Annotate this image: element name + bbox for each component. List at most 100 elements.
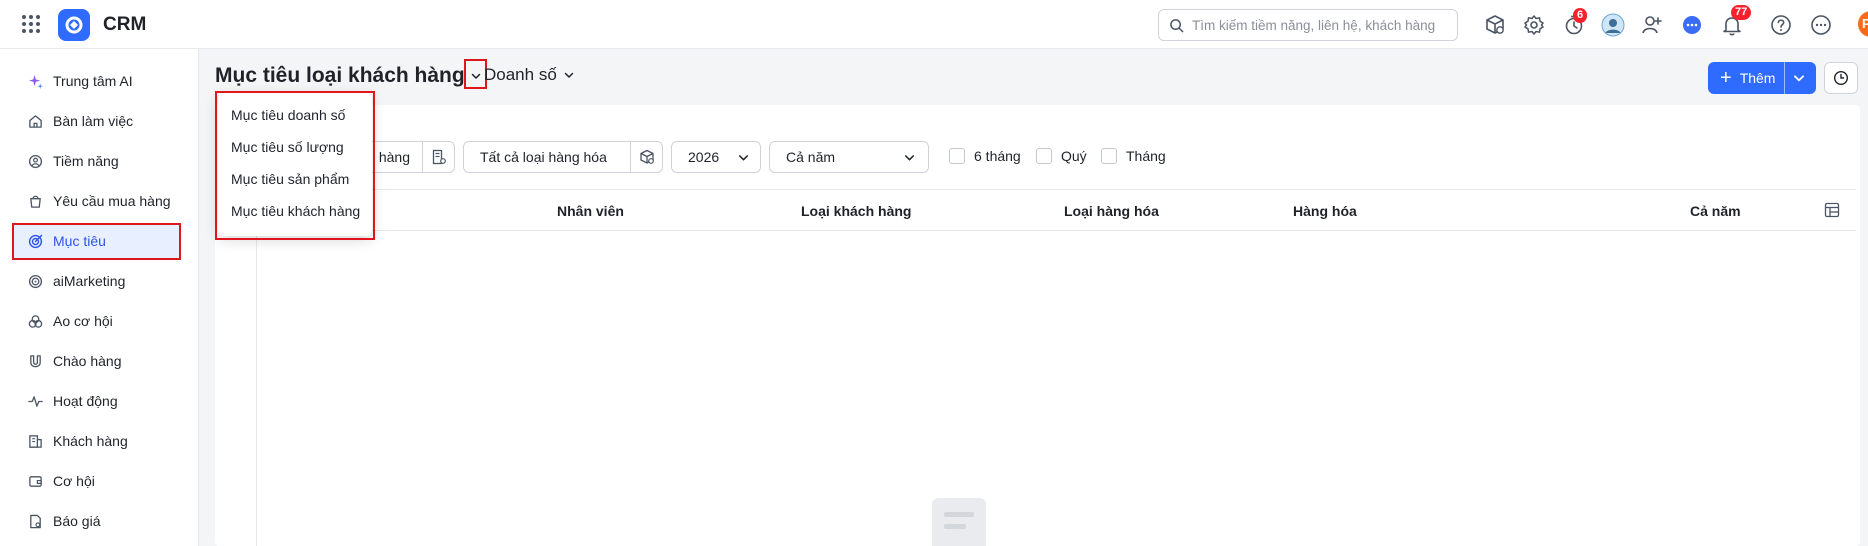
dropdown-item-quantity-target[interactable]: Mục tiêu số lượng xyxy=(231,139,344,155)
checkbox-box[interactable] xyxy=(1101,148,1117,164)
six-months-checkbox[interactable]: 6 tháng xyxy=(949,148,1021,164)
chevron-down-icon xyxy=(1794,75,1804,82)
dropdown-item-product-target[interactable]: Mục tiêu sản phẩm xyxy=(231,171,349,187)
checkbox-label: 6 tháng xyxy=(974,148,1021,164)
table-settings-icon[interactable] xyxy=(1824,202,1840,218)
month-checkbox[interactable]: Tháng xyxy=(1101,148,1166,164)
top-bar: CRM 6 77 P xyxy=(0,0,1868,49)
sidebar-item-label: Báo giá xyxy=(53,513,101,529)
checkbox-box[interactable] xyxy=(949,148,965,164)
sidebar-item-workspace[interactable]: Bàn làm việc xyxy=(12,103,180,139)
column-header-goods[interactable]: Hàng hóa xyxy=(1293,203,1357,219)
activity-icon xyxy=(28,394,43,409)
sidebar-item-activities[interactable]: Hoạt động xyxy=(12,383,180,419)
marketing-icon xyxy=(28,274,43,289)
sidebar-item-label: Hoạt động xyxy=(53,393,118,409)
sidebar-item-leads[interactable]: Tiềm năng xyxy=(12,143,180,179)
split-divider xyxy=(1784,62,1785,94)
sidebar-item-opportunities[interactable]: Cơ hội xyxy=(12,463,180,499)
profile-avatar[interactable]: P xyxy=(1858,11,1868,37)
customer-type-picker-button[interactable] xyxy=(422,142,454,172)
home-icon xyxy=(28,114,43,129)
chevron-down-icon xyxy=(738,155,749,161)
sidebar-item-purchase-requests[interactable]: Yêu cầu mua hàng xyxy=(12,183,180,219)
crm-logo[interactable] xyxy=(58,9,90,41)
add-options-toggle[interactable] xyxy=(1792,71,1806,85)
year-select[interactable]: 2026 xyxy=(671,141,761,173)
empty-state-icon xyxy=(932,498,986,546)
sidebar-item-targets[interactable]: Mục tiêu xyxy=(12,223,180,259)
pool-icon xyxy=(28,314,43,329)
column-header-goods-type[interactable]: Loại hàng hóa xyxy=(1064,203,1159,219)
checkbox-label: Tháng xyxy=(1126,148,1166,164)
package-icon[interactable] xyxy=(1482,12,1508,38)
magnet-icon xyxy=(28,354,43,369)
wallet-icon xyxy=(28,474,43,489)
search-icon xyxy=(1169,18,1184,33)
column-header-employee[interactable]: Nhân viên xyxy=(557,203,624,219)
goods-type-filter[interactable]: Tất cả loại hàng hóa xyxy=(463,141,663,173)
goods-type-filter-value: Tất cả loại hàng hóa xyxy=(480,149,607,165)
global-search[interactable] xyxy=(1158,9,1458,41)
sidebar: Trung tâm AI Bàn làm việc Tiềm năng Yêu … xyxy=(0,49,199,546)
add-button[interactable]: + Thêm xyxy=(1708,62,1816,94)
quarter-checkbox[interactable]: Quý xyxy=(1036,148,1087,164)
sidebar-item-label: aiMarketing xyxy=(53,273,126,289)
table-header: Nhân viên Loại khách hàng Loại hàng hóa … xyxy=(256,189,1856,231)
target-type-dropdown: Mục tiêu doanh số Mục tiêu số lượng Mục … xyxy=(218,92,372,236)
sidebar-item-label: Mục tiêu xyxy=(53,233,106,249)
sidebar-item-customers[interactable]: Khách hàng xyxy=(12,423,180,459)
sidebar-item-label: Bàn làm việc xyxy=(53,113,134,129)
chat-icon[interactable] xyxy=(1679,12,1705,38)
timer-badge: 6 xyxy=(1573,8,1588,23)
chevron-down-icon xyxy=(564,72,574,78)
cart-icon xyxy=(28,194,43,209)
content-panel xyxy=(215,105,1860,546)
column-header-full-year[interactable]: Cả năm xyxy=(1690,203,1741,219)
quote-icon xyxy=(28,514,43,529)
sidebar-item-label: Khách hàng xyxy=(53,433,128,449)
more-icon[interactable] xyxy=(1808,12,1834,38)
history-button[interactable] xyxy=(1824,62,1858,94)
dropdown-item-sales-target[interactable]: Mục tiêu doanh số xyxy=(231,107,345,123)
help-icon[interactable] xyxy=(1768,12,1794,38)
year-select-value: 2026 xyxy=(688,149,720,165)
search-input[interactable] xyxy=(1192,17,1442,33)
add-user-icon[interactable] xyxy=(1639,12,1665,38)
clock-icon xyxy=(1833,70,1849,86)
checkbox-label: Quý xyxy=(1061,148,1087,164)
sidebar-item-offers[interactable]: Chào hàng xyxy=(12,343,180,379)
sidebar-item-quotes[interactable]: Báo giá xyxy=(12,503,180,539)
metric-select[interactable]: Doanh số xyxy=(484,65,575,85)
sparkle-icon xyxy=(28,74,43,89)
column-header-customer-type[interactable]: Loại khách hàng xyxy=(801,203,911,219)
notification-badge: 77 xyxy=(1731,5,1752,20)
building-list-icon xyxy=(432,149,446,165)
sidebar-item-opportunity-pool[interactable]: Ao cơ hội xyxy=(12,303,180,339)
customer-type-filter-value: hàng xyxy=(378,149,410,165)
checkbox-box[interactable] xyxy=(1036,148,1052,164)
dropdown-item-customer-target[interactable]: Mục tiêu khách hàng xyxy=(231,203,360,219)
metric-select-value: Doanh số xyxy=(484,65,557,84)
lead-icon xyxy=(28,154,43,169)
building-icon xyxy=(28,434,43,449)
sidebar-item-label: Ao cơ hội xyxy=(53,313,113,329)
sidebar-item-ai-center[interactable]: Trung tâm AI xyxy=(12,63,180,99)
settings-icon[interactable] xyxy=(1521,12,1547,38)
sidebar-item-aimarketing[interactable]: aiMarketing xyxy=(12,263,180,299)
title-dropdown-toggle[interactable] xyxy=(466,62,486,90)
period-select[interactable]: Cả năm xyxy=(769,141,929,173)
sidebar-item-label: Chào hàng xyxy=(53,353,122,369)
sidebar-item-label: Trung tâm AI xyxy=(53,73,133,89)
target-icon xyxy=(28,234,43,249)
app-name: CRM xyxy=(103,14,147,35)
user-avatar[interactable] xyxy=(1600,12,1626,38)
period-select-value: Cả năm xyxy=(786,149,836,165)
page-title: Mục tiêu loại khách hàng xyxy=(215,64,465,87)
chevron-down-icon xyxy=(471,73,481,79)
app-grid-icon[interactable] xyxy=(20,13,42,35)
package-icon xyxy=(639,149,654,164)
goods-type-picker-button[interactable] xyxy=(630,142,662,172)
table-left-border xyxy=(256,231,257,546)
sidebar-item-label: Yêu cầu mua hàng xyxy=(53,193,171,209)
